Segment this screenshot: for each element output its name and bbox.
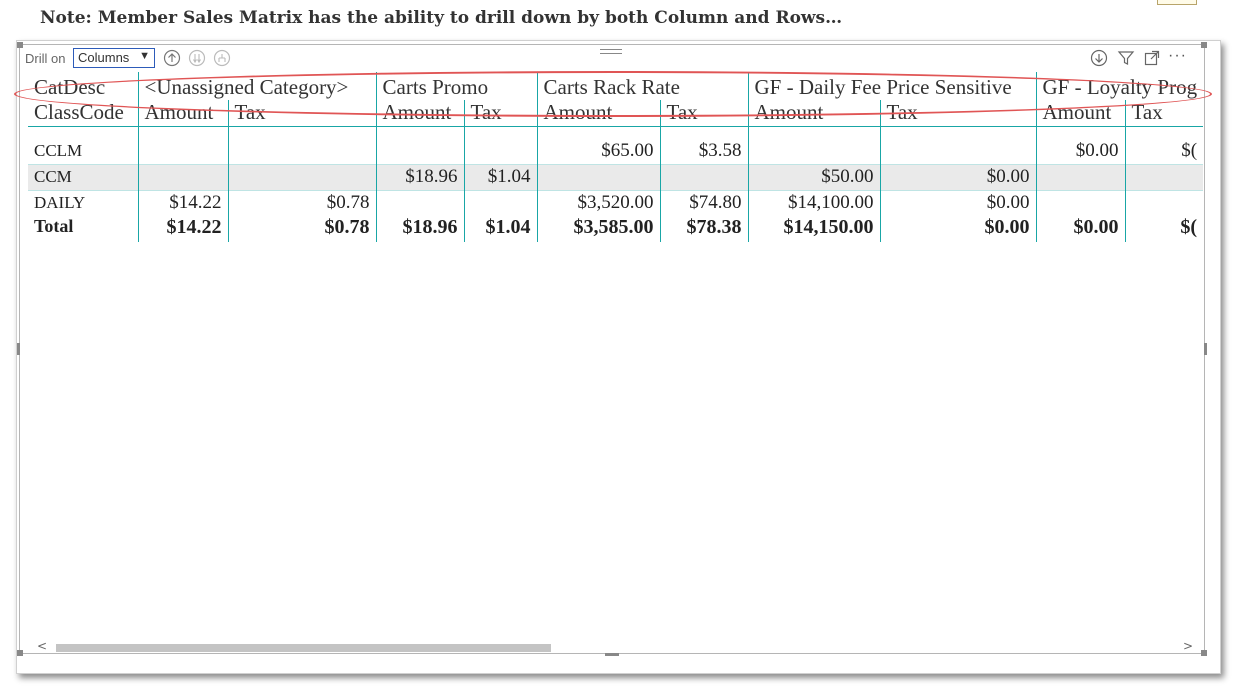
table-cell [463,138,537,164]
table-cell [1124,190,1204,216]
table-cell [747,138,880,164]
measure-header[interactable]: Amount [375,100,464,127]
category-header[interactable]: Carts Rack Rate [536,72,748,100]
measure-header[interactable]: Amount [747,100,880,127]
scrollbar-thumb[interactable] [56,644,551,652]
table-cell: $65.00 [536,138,660,164]
table-cell: $0.00 [879,190,1036,216]
measure-header[interactable]: Amount [137,100,228,127]
row-header[interactable]: DAILY [28,190,138,216]
scroll-right-icon[interactable]: > [1183,639,1193,653]
resize-handle-left[interactable] [17,343,20,355]
table-cell [137,164,228,190]
table-cell: $50.00 [747,164,880,190]
measure-header[interactable]: Tax [227,100,376,127]
total-label: Total [34,216,74,236]
total-cell: $( [1124,216,1204,242]
more-options-icon[interactable]: ··· [1168,47,1187,65]
drill-up-icon[interactable] [163,49,181,70]
measure-header[interactable]: Tax [879,100,1036,127]
table-cell [227,138,376,164]
total-cell: $0.00 [1035,216,1126,242]
drill-on-label: Drill on [25,51,66,66]
table-cell [137,138,228,164]
measure-header[interactable]: Amount [536,100,660,127]
total-cell: $78.38 [659,216,748,242]
expand-next-level-icon[interactable] [188,49,206,70]
report-canvas: Drill on Columns ▼ ··· CatDesc <Unassign… [16,40,1221,674]
total-cell: $18.96 [375,216,464,242]
category-header[interactable]: GF - Loyalty Prog [1035,72,1204,100]
measure-header-row: ClassCode Amount Tax Amount Tax Amount T… [28,100,1204,127]
table-cell [227,164,376,190]
table-cell: $3.58 [659,138,748,164]
table-cell [1035,190,1126,216]
table-cell: $14.22 [137,190,228,216]
matrix-table: CatDesc <Unassigned Category> Carts Prom… [28,72,1204,242]
measure-header[interactable]: Amount [1035,100,1126,127]
table-cell [879,138,1036,164]
measure-header[interactable]: Tax [659,100,748,127]
table-cell: $3,520.00 [536,190,660,216]
table-cell [1035,164,1126,190]
total-cell: $0.78 [227,216,376,242]
catdesc-header: CatDesc [34,75,106,99]
table-cell: $0.78 [227,190,376,216]
table-cell [536,164,660,190]
focus-mode-icon[interactable] [1143,49,1161,70]
dropdown-arrow-icon: ▼ [139,50,150,62]
table-cell: $0.00 [1035,138,1126,164]
resize-handle-right[interactable] [1204,343,1207,355]
drill-down-icon[interactable] [1090,49,1108,70]
table-row[interactable]: CCM $18.96 $1.04 $50.00 $0.00 [28,164,1204,190]
total-cell: $3,585.00 [536,216,660,242]
horizontal-scrollbar[interactable]: < > [35,639,1207,654]
total-cell: $14.22 [137,216,228,242]
total-cell: $1.04 [463,216,537,242]
resize-handle-bl[interactable] [17,650,23,656]
category-header-row: CatDesc <Unassigned Category> Carts Prom… [28,72,1204,100]
table-cell: $14,100.00 [747,190,880,216]
table-cell [375,138,464,164]
drill-on-select[interactable]: Columns ▼ [73,48,155,68]
visual-toolbar: Drill on Columns ▼ ··· [20,47,1204,69]
total-cell: $0.00 [879,216,1036,242]
table-cell: $18.96 [375,164,464,190]
table-cell: $( [1124,138,1204,164]
table-cell: $74.80 [659,190,748,216]
scroll-left-icon[interactable]: < [37,639,47,653]
table-cell [463,190,537,216]
matrix-visual[interactable]: Drill on Columns ▼ ··· CatDesc <Unassign… [17,42,1207,656]
note-heading: Note: Member Sales Matrix has the abilit… [40,8,843,28]
table-cell [659,164,748,190]
total-cell: $14,150.00 [747,216,880,242]
classcode-header: ClassCode [28,100,138,127]
filter-icon[interactable] [1117,49,1135,70]
row-header[interactable]: CCM [28,164,138,190]
corner-tab [1157,0,1197,5]
category-header[interactable]: GF - Daily Fee Price Sensitive [747,72,1036,100]
table-cell: $0.00 [879,164,1036,190]
category-header[interactable]: <Unassigned Category> [137,72,376,100]
table-cell: $1.04 [463,164,537,190]
drill-on-value: Columns [78,50,130,65]
expand-hierarchy-icon[interactable] [213,49,231,70]
table-cell [1124,164,1204,190]
drag-grip-icon[interactable] [600,49,622,57]
table-cell [375,190,464,216]
spacer-row [28,126,1204,138]
total-row: Total $14.22 $0.78 $18.96 $1.04 $3,585.0… [28,216,1204,242]
table-row[interactable]: CCLM $65.00 $3.58 $0.00 $( [28,138,1204,164]
row-header[interactable]: CCLM [28,138,138,164]
category-header[interactable]: Carts Promo [375,72,537,100]
measure-header[interactable]: Tax [1124,100,1204,127]
table-row[interactable]: DAILY $14.22 $0.78 $3,520.00 $74.80 $14,… [28,190,1204,216]
measure-header[interactable]: Tax [463,100,537,127]
